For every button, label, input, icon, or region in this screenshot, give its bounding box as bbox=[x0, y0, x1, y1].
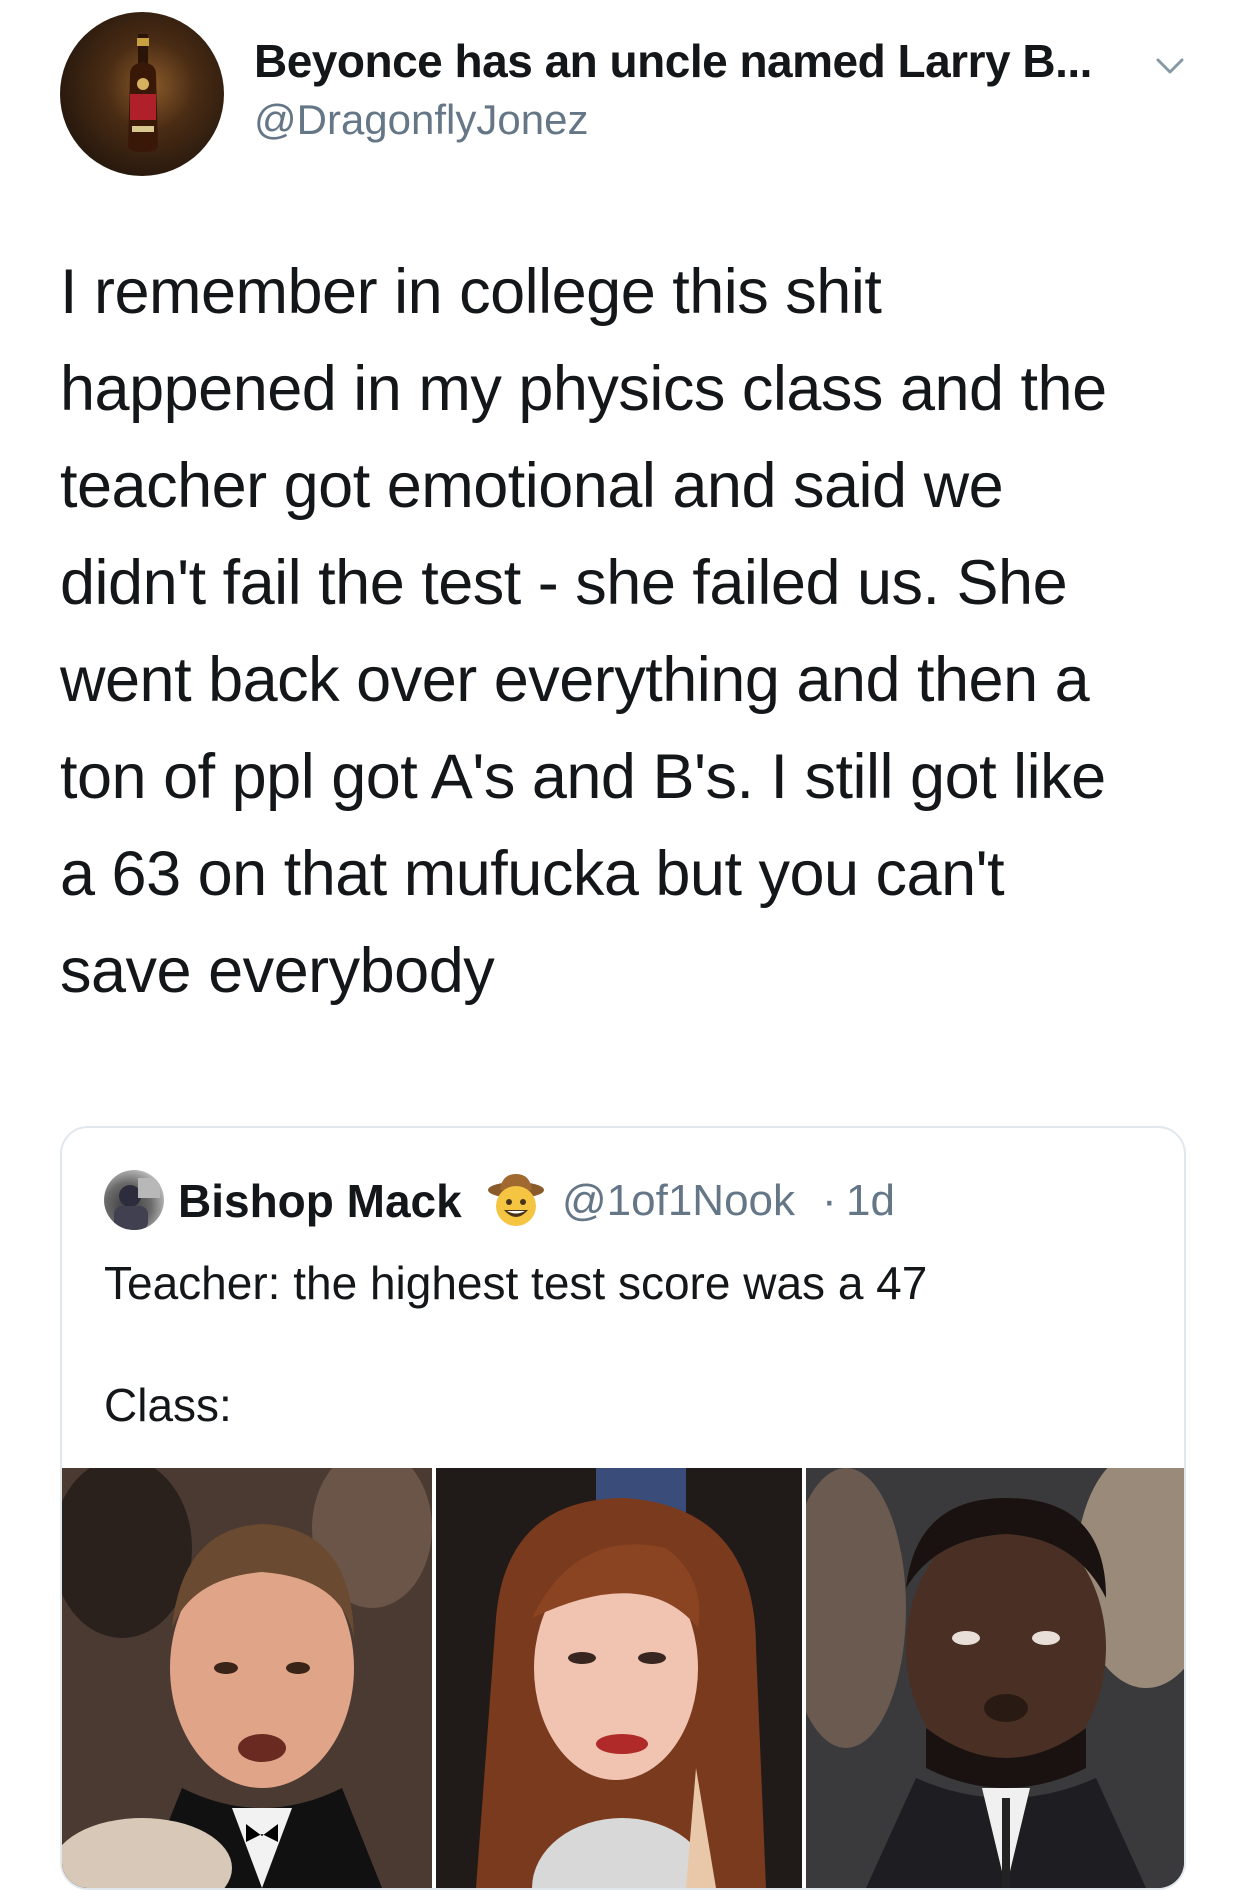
separator-dot: · bbox=[822, 1176, 837, 1225]
tweet-text: I remember in college this shit happened… bbox=[60, 257, 1107, 1006]
author-name[interactable]: Beyonce has an uncle named Larry B... bbox=[254, 34, 1092, 88]
quoted-timestamp[interactable]: 1d bbox=[846, 1176, 895, 1226]
quoted-avatar-photo bbox=[114, 1178, 160, 1230]
chevron-down-icon[interactable] bbox=[1150, 52, 1190, 82]
author-avatar[interactable] bbox=[60, 12, 224, 176]
tweet: Beyonce has an uncle named Larry B... @D… bbox=[0, 0, 1242, 1890]
quoted-author-handle[interactable]: @1of1Nook bbox=[562, 1176, 795, 1226]
cowboy-face-emoji bbox=[488, 1174, 544, 1226]
quoted-author-avatar[interactable] bbox=[104, 1170, 164, 1230]
quoted-author-name[interactable]: Bishop Mack bbox=[178, 1174, 462, 1228]
man-in-suit-photo[interactable] bbox=[806, 1468, 1184, 1888]
quoted-text-line: Class: bbox=[104, 1379, 232, 1431]
author-handle[interactable]: @DragonflyJonez bbox=[254, 96, 588, 144]
bottle-photo bbox=[128, 34, 158, 152]
quoted-tweet-card[interactable]: Bishop Mack @1of1Nook · 1d Teacher: the … bbox=[60, 1126, 1186, 1890]
quoted-text-line: Teacher: the highest test score was a 47 bbox=[104, 1257, 928, 1309]
red-haired-woman-photo[interactable] bbox=[436, 1468, 802, 1888]
media-grid[interactable] bbox=[62, 1468, 1184, 1888]
man-in-tuxedo-photo[interactable] bbox=[62, 1468, 432, 1888]
